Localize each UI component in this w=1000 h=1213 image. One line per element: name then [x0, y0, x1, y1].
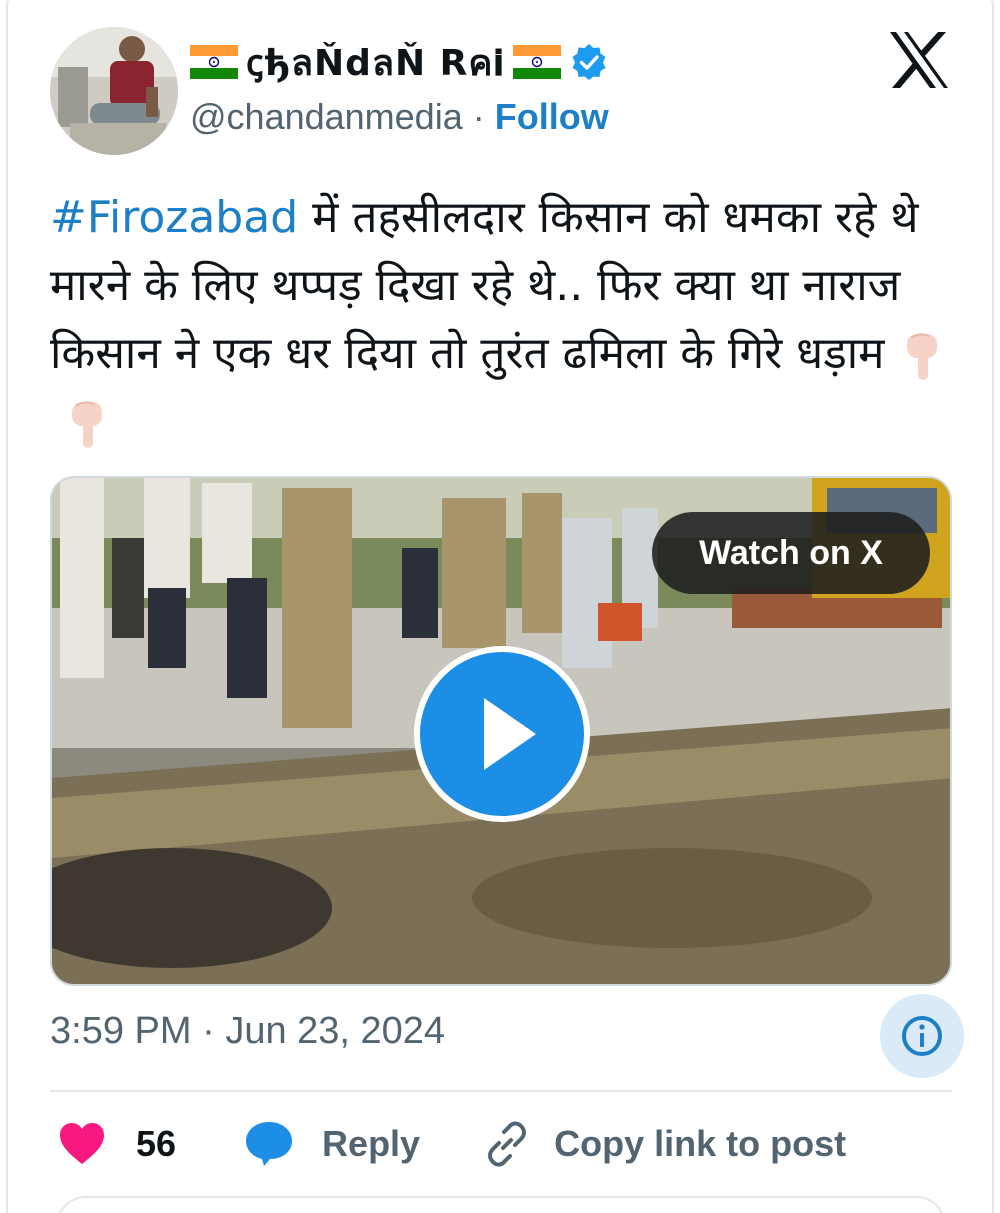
avatar-photo: [50, 27, 178, 155]
post-text: #Firozabad में तहसीलदार किसान को धमका रह…: [50, 184, 960, 456]
read-replies-button[interactable]: [56, 1196, 946, 1213]
follow-button[interactable]: Follow: [495, 96, 609, 138]
x-logo-icon[interactable]: [888, 30, 950, 90]
play-button[interactable]: [414, 646, 590, 822]
india-flag-icon: [512, 45, 561, 79]
reply-label: Reply: [322, 1123, 421, 1164]
heart-icon: [60, 1123, 104, 1164]
verified-badge-icon: [572, 44, 606, 80]
handle-separator: ·: [472, 96, 485, 137]
like-count: 56: [136, 1123, 177, 1164]
hashtag-link[interactable]: #Firozabad: [50, 192, 298, 243]
copy-link-label: Copy link to post: [554, 1123, 847, 1164]
link-icon: [488, 1121, 527, 1167]
reply-button[interactable]: Reply: [244, 1120, 420, 1168]
pointing-down-emoji: [72, 401, 102, 448]
india-flag-icon: [190, 45, 238, 79]
author-display-name[interactable]: ꞔђลŇdลŇ Rค𝐢: [246, 34, 505, 91]
author-handle-row: @chandanmedia · Follow: [190, 96, 609, 138]
post-time: 3:59 PM: [50, 1010, 192, 1052]
post-date: Jun 23, 2024: [225, 1010, 446, 1052]
watch-on-x-button[interactable]: Watch on X: [652, 512, 930, 594]
post-timestamp[interactable]: 3:59 PM · Jun 23, 2024: [50, 1010, 445, 1053]
author-name-row[interactable]: ꞔђลŇdลŇ Rค𝐢: [190, 38, 609, 86]
info-icon: [902, 1016, 942, 1056]
like-button[interactable]: 56: [58, 1122, 176, 1166]
copy-link-button[interactable]: Copy link to post: [482, 1119, 846, 1169]
reply-bubble-icon: [246, 1122, 293, 1166]
author-handle[interactable]: @chandanmedia: [190, 96, 463, 138]
timestamp-separator: ·: [202, 1010, 215, 1052]
divider: [50, 1090, 952, 1092]
video-thumbnail[interactable]: Watch on X: [50, 476, 952, 986]
avatar[interactable]: [50, 27, 178, 155]
info-button[interactable]: [880, 994, 964, 1078]
post-actions: 56 Reply Copy link to post: [58, 1116, 846, 1172]
play-icon: [484, 698, 536, 770]
pointing-down-emoji: [906, 333, 937, 380]
